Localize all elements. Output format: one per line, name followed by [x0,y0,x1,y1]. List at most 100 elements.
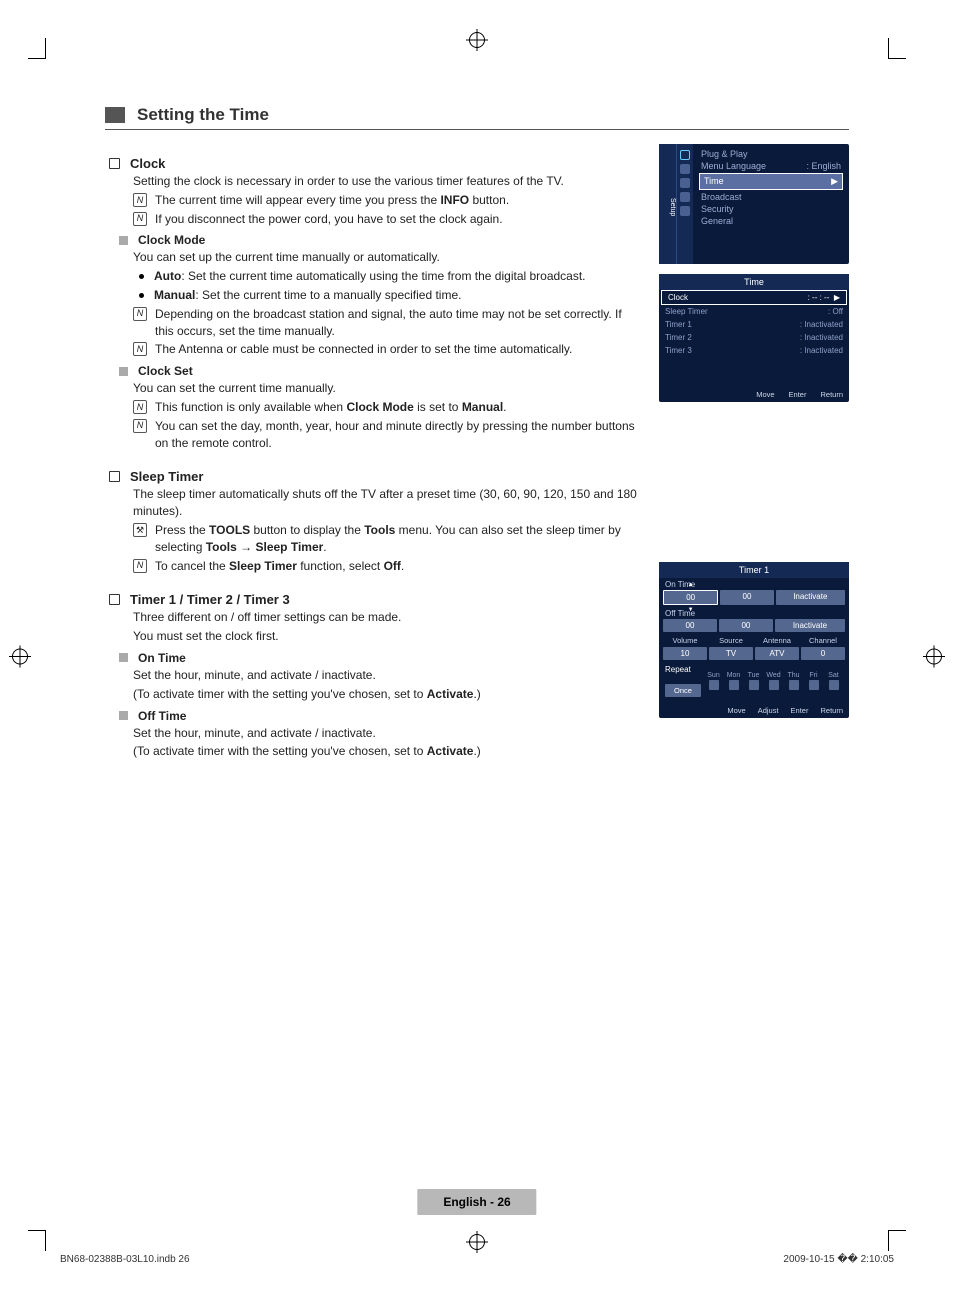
osd-day: Tue [744,672,763,690]
note-icon: N [133,193,147,207]
clock-mode-auto: Auto: Set the current time automatically… [139,268,643,285]
clock-heading: Clock [109,156,643,171]
clock-set-intro: You can set the current time manually. [133,380,643,397]
osd-day: Thu [784,672,803,690]
crop-mark-right [926,648,942,667]
doc-filename: BN68-02388B-03L10.indb 26 [60,1254,190,1265]
note-icon: N [133,307,147,321]
osd-row: Sleep Timer: Off [659,305,849,318]
osd-cell: 00 [663,590,718,605]
crop-mark-left [12,648,28,667]
corner-mark [888,38,889,58]
off-time-l1: Set the hour, minute, and activate / ina… [133,725,643,742]
osd-icon [680,206,690,216]
tools-icon: ⚒ [133,523,147,537]
timers-heading: Timer 1 / Timer 2 / Timer 3 [109,592,643,607]
osd-day: Sun [704,672,723,690]
page-number-badge: English - 26 [417,1189,536,1215]
clock-intro: Setting the clock is necessary in order … [133,173,643,190]
clock-mode-note1: N Depending on the broadcast station and… [133,306,643,340]
osd-row: Plug & Play [699,148,843,160]
timers-intro1: Three different on / off timer settings … [133,609,643,626]
osd-value-row: 00 00 Inactivate [659,590,849,607]
osd-cell: ATV [755,647,799,660]
osd-row-highlighted: Clock: -- : -- ▶ [661,290,847,305]
document-footer: BN68-02388B-03L10.indb 26 2009-10-15 �� … [60,1254,894,1265]
grey-square-icon [119,367,128,376]
grey-square-icon [119,653,128,662]
osd-title: Timer 1 [659,562,849,578]
osd-row: Timer 1: Inactivated [659,318,849,331]
note-icon: N [133,419,147,433]
osd-row: Security [699,203,843,215]
osd-row: Broadcast [699,191,843,203]
osd-title: Time [659,274,849,290]
osd-row: Timer 3: Inactivated [659,344,849,357]
clock-mode-note2: N The Antenna or cable must be connected… [133,341,643,358]
clock-note-power: N If you disconnect the power cord, you … [133,211,643,228]
note-icon: N [133,212,147,226]
osd-icon [680,150,690,160]
osd-row: General [699,215,843,227]
osd-cell: 0 [801,647,845,660]
corner-mark [45,1231,46,1251]
crop-mark-top [469,32,485,51]
osd-row: Timer 2: Inactivated [659,331,849,344]
on-time-l2: (To activate timer with the setting you'… [133,686,643,703]
clock-set-note1: N This function is only available when C… [133,399,643,416]
on-time-heading: On Time [119,651,643,665]
osd-footer: MoveEnterReturn [659,387,849,402]
osd-timer1-menu: Timer 1 On Time 00 00 Inactivate Off Tim… [659,562,849,718]
off-time-l2: (To activate timer with the setting you'… [133,743,643,760]
doc-timestamp: 2009-10-15 �� 2:10:05 [783,1254,894,1265]
osd-side-label: Setup [659,144,677,264]
grey-square-icon [119,236,128,245]
note-icon: N [133,342,147,356]
square-bullet-icon [109,471,120,482]
corner-mark [888,1230,906,1231]
osd-repeat-row: Repeat Once Sun Mon Tue Wed Thu Fri Sat [659,662,849,699]
corner-mark [45,38,46,58]
sleep-cancel-note: N To cancel the Sleep Timer function, se… [133,558,643,575]
osd-cell: 10 [663,647,707,660]
osd-day: Wed [764,672,783,690]
timers-intro2: You must set the clock first. [133,628,643,645]
note-icon: N [133,559,147,573]
osd-value-row: 10 TV ATV 0 [659,647,849,662]
sleep-heading: Sleep Timer [109,469,643,484]
grey-square-icon [119,711,128,720]
osd-cell: 00 [720,590,773,605]
section-title: Setting the Time [137,105,269,125]
bullet-icon [139,293,144,298]
corner-mark [28,58,46,59]
clock-mode-intro: You can set up the current time manually… [133,249,643,266]
osd-row: Menu Language: English [699,160,843,172]
osd-day: Fri [804,672,823,690]
osd-header-row: VolumeSourceAntennaChannel [659,634,849,647]
osd-cell: Inactivate [776,590,845,605]
square-bullet-icon [109,594,120,605]
osd-cell: TV [709,647,753,660]
osd-cell: Inactivate [775,619,845,632]
clock-set-heading: Clock Set [119,364,643,378]
osd-icon [680,164,690,174]
corner-mark [888,58,906,59]
osd-row-highlighted: Time▶ [699,173,843,190]
clock-note-info: N The current time will appear every tim… [133,192,643,209]
note-icon: N [133,400,147,414]
on-time-l1: Set the hour, minute, and activate / ina… [133,667,643,684]
right-arrow-icon: ▶ [831,176,838,187]
crop-mark-bottom [469,1234,485,1253]
osd-day: Mon [724,672,743,690]
osd-footer: MoveAdjustEnterReturn [659,703,849,718]
osd-setup-menu: Setup Plug & Play Menu Language: English… [659,144,849,264]
sleep-intro: The sleep timer automatically shuts off … [133,486,643,520]
section-header: Setting the Time [105,105,849,130]
right-arrow-icon: ▶ [834,293,840,302]
osd-icon [680,178,690,188]
square-bullet-icon [109,158,120,169]
osd-cell: 00 [719,619,773,632]
clock-mode-manual: Manual: Set the current time to a manual… [139,287,643,304]
clock-mode-heading: Clock Mode [119,233,643,247]
osd-time-menu: Time Clock: -- : -- ▶ Sleep Timer: Off T… [659,274,849,402]
